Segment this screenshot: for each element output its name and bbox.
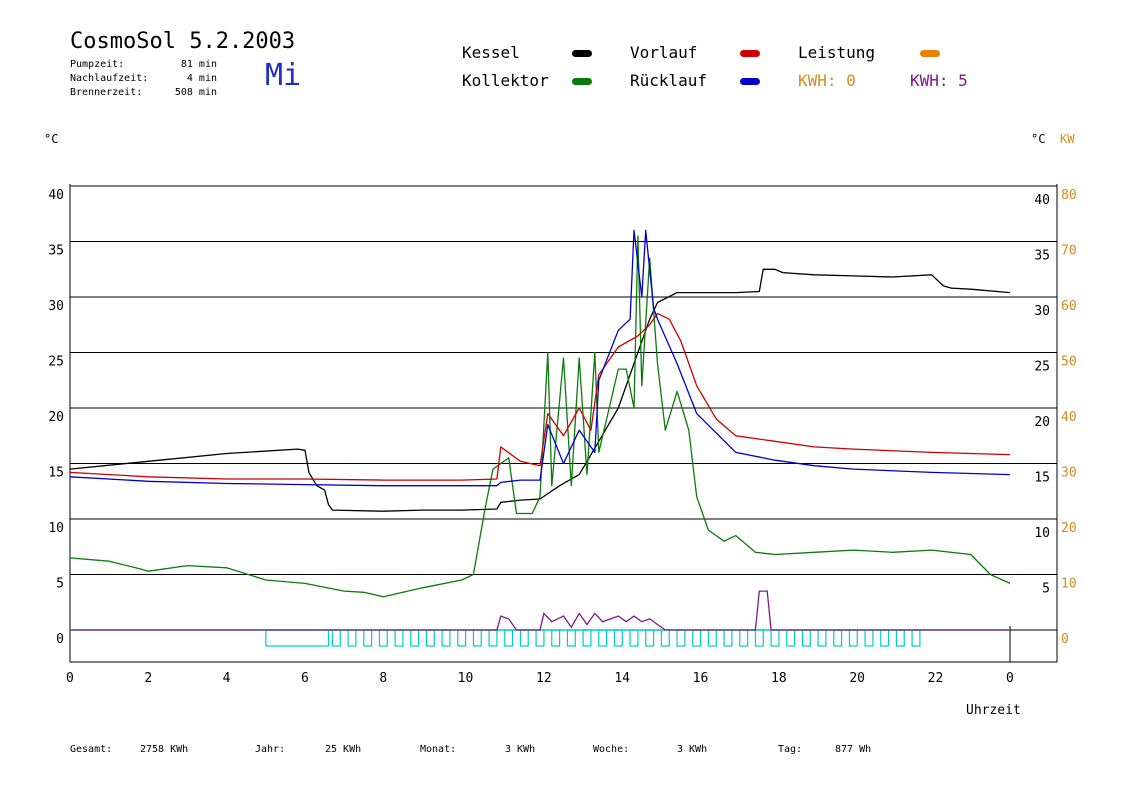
pump-cycle: [613, 629, 623, 647]
pump-cycle: [551, 629, 561, 647]
y-tick-label-left: 10: [48, 521, 64, 536]
pump-cycle: [425, 629, 435, 647]
x-tick-label: 0: [66, 671, 74, 686]
axes: [69, 184, 1058, 663]
footer-value-woche: 3 KWh: [677, 744, 708, 755]
pump-cycle: [833, 629, 843, 647]
y-tick-label-right: 10: [1034, 526, 1050, 541]
pump-cycle: [817, 629, 827, 647]
footer-label-jahr: Jahr:: [255, 744, 286, 755]
series-lines: [69, 229, 1057, 647]
pump-cycle: [265, 629, 330, 647]
y-tick-label-right: 20: [1034, 415, 1050, 430]
y-tick-label-left: 30: [48, 299, 64, 314]
pump-cycle: [801, 629, 811, 647]
series-kollektor: [69, 235, 1011, 598]
x-tick-label: 14: [614, 671, 630, 686]
x-tick-label: 18: [771, 671, 787, 686]
pump-cycle: [770, 629, 780, 647]
y-tick-label-power: 10: [1061, 577, 1077, 592]
x-tick-label: 6: [301, 671, 309, 686]
pump-cycle: [331, 629, 341, 647]
y-tick-label-left: 35: [48, 244, 64, 259]
footer-value-gesamt: 2758 KWh: [140, 744, 189, 755]
pump-cycle: [645, 629, 655, 647]
y-tick-label-left: 20: [48, 410, 64, 425]
footer-label-tag: Tag:: [778, 744, 803, 755]
temperature-chart: 0 2 4 6 8 10 12 14 16 18 20 22 0 0 5 10 15 20 25 30 35 40 5 10 1…: [48, 184, 1077, 718]
pump-cycle: [629, 629, 639, 647]
y-tick-label-power: 50: [1061, 355, 1077, 370]
pump-cycle: [660, 629, 670, 647]
x-tick-label: 10: [458, 671, 474, 686]
y-tick-label-power: 40: [1061, 410, 1077, 425]
pump-cycle: [363, 629, 373, 647]
x-tick-label: 20: [849, 671, 865, 686]
footer-value-jahr: 25 KWh: [325, 744, 362, 755]
footer-label-gesamt: Gesamt:: [70, 744, 113, 755]
pump-cycle: [504, 629, 514, 647]
y-tick-label-right: 30: [1034, 304, 1050, 319]
y-tick-label-power: 0: [1061, 632, 1069, 647]
y-tick-label-left: 40: [48, 188, 64, 203]
x-tick-label: 16: [693, 671, 709, 686]
tick-labels: 0 2 4 6 8 10 12 14 16 18 20 22 0 0 5 10 15 20 25 30 35 40 5 10 1…: [48, 188, 1076, 686]
y-tick-label-power: 60: [1061, 299, 1077, 314]
pump-cycle: [723, 629, 733, 647]
y-tick-label-left: 5: [56, 577, 64, 592]
x-tick-label: 4: [223, 671, 231, 686]
footer-label-woche: Woche:: [593, 744, 630, 755]
pump-cycle: [378, 629, 388, 647]
series-ruecklauf: [69, 229, 1011, 487]
y-tick-label-left: 15: [48, 466, 64, 481]
pump-cycle: [848, 629, 858, 647]
y-tick-label-right: 15: [1034, 471, 1050, 486]
y-tick-label-right: 35: [1034, 249, 1050, 264]
pump-cycle: [582, 629, 592, 647]
pump-cycle: [347, 629, 357, 647]
pump-cycle: [519, 629, 529, 647]
series-kessel: [69, 268, 1011, 512]
pump-cycle: [441, 629, 451, 647]
pump-cycle: [676, 629, 686, 647]
x-tick-label: 0: [1006, 671, 1014, 686]
footer-value-tag: 877 Wh: [835, 744, 872, 755]
y-tick-label-left: 25: [48, 355, 64, 370]
pump-cycle: [707, 629, 717, 647]
pump-cycle: [786, 629, 796, 647]
y-tick-label-left: 0: [56, 632, 64, 647]
pump-cycle: [895, 629, 905, 647]
pump-cycle: [880, 629, 890, 647]
pump-cycle: [566, 629, 576, 647]
pump-cycle: [457, 629, 467, 647]
y-tick-label-power: 30: [1061, 466, 1077, 481]
pump-cycle: [911, 629, 921, 647]
pump-cycle: [598, 629, 608, 647]
pump-cycle: [739, 629, 749, 647]
y-tick-label-right: 25: [1034, 360, 1050, 375]
footer-label-monat: Monat:: [420, 744, 457, 755]
pump-cycle: [394, 629, 404, 647]
pump-cycle: [692, 629, 702, 647]
pump-cycle: [472, 629, 482, 647]
y-tick-label-right: 5: [1042, 582, 1050, 597]
y-tick-label-power: 70: [1061, 244, 1077, 259]
pump-cycle: [488, 629, 498, 647]
y-tick-label-power: 80: [1061, 188, 1077, 203]
series-leistung: [70, 590, 1010, 631]
y-tick-label-right: 40: [1034, 193, 1050, 208]
y-tick-label-power: 20: [1061, 521, 1077, 536]
pump-cycle: [754, 629, 764, 647]
pump-cycle: [535, 629, 545, 647]
x-tick-label: 22: [928, 671, 944, 686]
pump-cycle: [864, 629, 874, 647]
pump-cycle: [410, 629, 420, 647]
footer-value-monat: 3 KWh: [505, 744, 536, 755]
x-tick-label: 8: [379, 671, 387, 686]
x-tick-label: 2: [144, 671, 152, 686]
x-tick-label: 12: [536, 671, 552, 686]
grid: [70, 185, 1057, 575]
x-axis-label: Uhrzeit: [966, 703, 1021, 718]
